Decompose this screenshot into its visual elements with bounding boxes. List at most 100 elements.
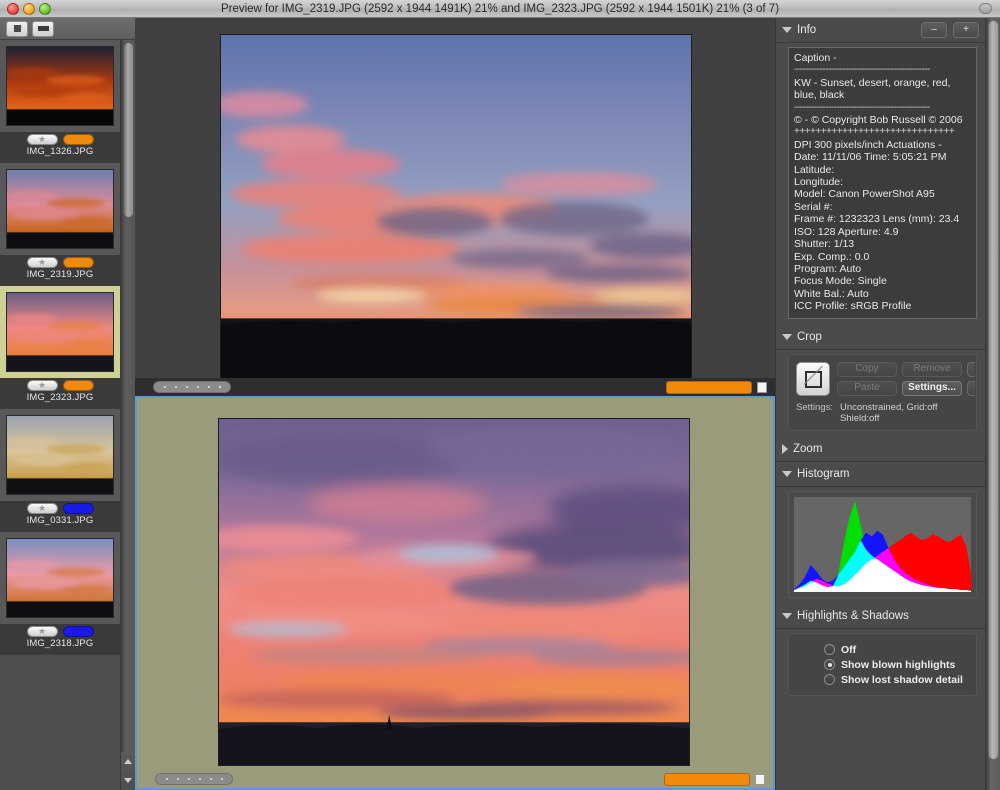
thumbnail-image[interactable]	[6, 169, 114, 249]
crop-extra-button[interactable]	[967, 362, 975, 377]
top-pane-swatch[interactable]	[757, 382, 767, 393]
toolbar-toggle-button[interactable]	[979, 3, 992, 14]
crop-section-body: Copy Remove Paste Settings... Settings: …	[788, 354, 977, 431]
highlights-shadows-section-header[interactable]: Highlights & Shadows	[776, 604, 985, 629]
thumbnail-meta: ★IMG_0331.JPG	[0, 501, 120, 531]
thumbnail-image[interactable]	[6, 415, 114, 495]
close-button[interactable]	[7, 3, 19, 15]
scroll-down-icon[interactable]	[124, 778, 132, 783]
disclosure-triangle-icon[interactable]	[782, 613, 792, 619]
inspector-scrollbar[interactable]	[985, 18, 1000, 790]
font-decrease-button[interactable]: –	[921, 22, 947, 38]
color-label-badge[interactable]	[63, 626, 94, 637]
thumbnail-meta: ★IMG_2318.JPG	[0, 624, 120, 654]
highlights-shadows-body: Off Show blown highlights Show lost shadow…	[788, 633, 977, 696]
thumbnail-filename: IMG_1326.JPG	[27, 146, 94, 157]
info-line: Latitude:	[794, 164, 971, 176]
thumbnail-sidebar[interactable]: ★IMG_1326.JPG★IMG_2319.JPG★IMG_2323.JPG★…	[0, 40, 135, 790]
inspector-panel: Info – + Caption -----------------------…	[775, 18, 985, 790]
scroll-up-icon[interactable]	[124, 759, 132, 764]
image-pane-top[interactable]	[135, 18, 775, 396]
thumbnail-meta: ★IMG_2319.JPG	[0, 255, 120, 285]
thumbnail-item-IMG_2323-JPG[interactable]: ★IMG_2323.JPG	[0, 286, 120, 409]
top-pane-color-label[interactable]	[666, 381, 752, 394]
color-label-badge[interactable]	[63, 257, 94, 268]
thumbnail-filename: IMG_2319.JPG	[27, 269, 94, 280]
preview-window: Preview for IMG_2319.JPG (2592 x 1944 14…	[0, 0, 1000, 790]
disclosure-triangle-icon[interactable]	[782, 471, 792, 477]
crop-copy-button[interactable]: Copy	[837, 362, 897, 377]
maximize-button[interactable]	[39, 3, 51, 15]
info-line: Exp. Comp.: 0.0	[794, 251, 971, 263]
rating-star-badge[interactable]: ★	[27, 503, 58, 514]
histogram-section-header[interactable]: Histogram	[776, 462, 985, 487]
color-label-badge[interactable]	[63, 134, 94, 145]
crop-tool-button[interactable]	[796, 362, 830, 396]
histogram-chart	[794, 497, 971, 592]
info-section-header[interactable]: Info – +	[776, 18, 985, 43]
info-line: White Bal.: Auto	[794, 288, 971, 300]
bottom-pane-color-label[interactable]	[664, 773, 750, 786]
histogram-container	[788, 491, 977, 598]
info-line: Longitude:	[794, 176, 971, 188]
thumbnail-filename: IMG_2318.JPG	[27, 638, 94, 649]
radio-indicator[interactable]	[824, 644, 835, 655]
thumbnail-image[interactable]	[6, 46, 114, 126]
info-separator: ----------------------------------------…	[794, 64, 971, 76]
radio-option-show-blown-highlights[interactable]: Show blown highlights	[824, 659, 969, 671]
radio-label: Show lost shadow detail	[841, 674, 963, 686]
crop-extra-button-2[interactable]	[967, 381, 975, 396]
crop-section-title: Crop	[797, 331, 822, 343]
top-pane-rating-control[interactable]	[153, 381, 231, 393]
inspector-scrollbar-thumb[interactable]	[988, 20, 999, 760]
info-separator: ++++++++++++++++++++++++++++++	[794, 126, 971, 138]
info-line: DPI 300 pixels/inch Actuations -	[794, 139, 971, 151]
thumbnail-item-IMG_0331-JPG[interactable]: ★IMG_0331.JPG	[0, 409, 120, 532]
radio-indicator[interactable]	[824, 659, 835, 670]
disclosure-triangle-icon[interactable]	[782, 334, 792, 340]
image-pane-bottom[interactable]	[135, 396, 775, 790]
single-view-button[interactable]	[6, 21, 28, 37]
radio-option-show-lost-shadow-detail[interactable]: Show lost shadow detail	[824, 674, 969, 686]
font-increase-button[interactable]: +	[953, 22, 979, 38]
info-metadata-box[interactable]: Caption --------------------------------…	[788, 47, 977, 319]
rating-star-badge[interactable]: ★	[27, 134, 58, 145]
compare-view-button[interactable]	[32, 21, 54, 37]
crop-settings-value: Unconstrained, Grid:off Shield:off	[840, 402, 969, 424]
bottom-pane-rating-control[interactable]	[155, 773, 233, 785]
color-label-badge[interactable]	[63, 503, 94, 514]
info-line: © - © Copyright Bob Russell © 2006	[794, 114, 971, 126]
crop-settings-button[interactable]: Settings...	[902, 381, 962, 396]
thumbnail-item-IMG_1326-JPG[interactable]: ★IMG_1326.JPG	[0, 40, 120, 163]
disclosure-triangle-icon[interactable]	[782, 27, 792, 33]
image-viewer	[135, 18, 775, 790]
radio-label: Off	[841, 644, 856, 656]
sidebar-scrollbar-thumb[interactable]	[123, 42, 134, 218]
color-label-badge[interactable]	[63, 380, 94, 391]
crop-paste-button[interactable]: Paste	[837, 381, 897, 396]
thumbnail-item-IMG_2318-JPG[interactable]: ★IMG_2318.JPG	[0, 532, 120, 655]
compare-view-icon	[38, 26, 49, 31]
info-line: Serial #:	[794, 201, 971, 213]
minimize-button[interactable]	[23, 3, 35, 15]
bottom-pane-swatch[interactable]	[755, 774, 765, 785]
thumbnail-item-IMG_2319-JPG[interactable]: ★IMG_2319.JPG	[0, 163, 120, 286]
info-line: Focus Mode: Single	[794, 275, 971, 287]
zoom-section-header[interactable]: Zoom	[776, 437, 985, 462]
rating-star-badge[interactable]: ★	[27, 257, 58, 268]
crop-section-header[interactable]: Crop	[776, 325, 985, 350]
rating-star-badge[interactable]: ★	[27, 380, 58, 391]
photo-top-image	[221, 35, 691, 387]
photo-bottom[interactable]	[218, 418, 690, 766]
sidebar-scrollbar[interactable]	[120, 40, 135, 752]
sidebar-scroll-arrows[interactable]	[120, 752, 135, 790]
photo-top[interactable]	[220, 34, 692, 388]
thumbnail-image[interactable]	[6, 292, 114, 372]
thumbnail-filename: IMG_0331.JPG	[27, 515, 94, 526]
thumbnail-image[interactable]	[6, 538, 114, 618]
disclosure-triangle-icon[interactable]	[782, 444, 788, 454]
radio-option-off[interactable]: Off	[824, 644, 969, 656]
radio-indicator[interactable]	[824, 674, 835, 685]
rating-star-badge[interactable]: ★	[27, 626, 58, 637]
crop-remove-button[interactable]: Remove	[902, 362, 962, 377]
